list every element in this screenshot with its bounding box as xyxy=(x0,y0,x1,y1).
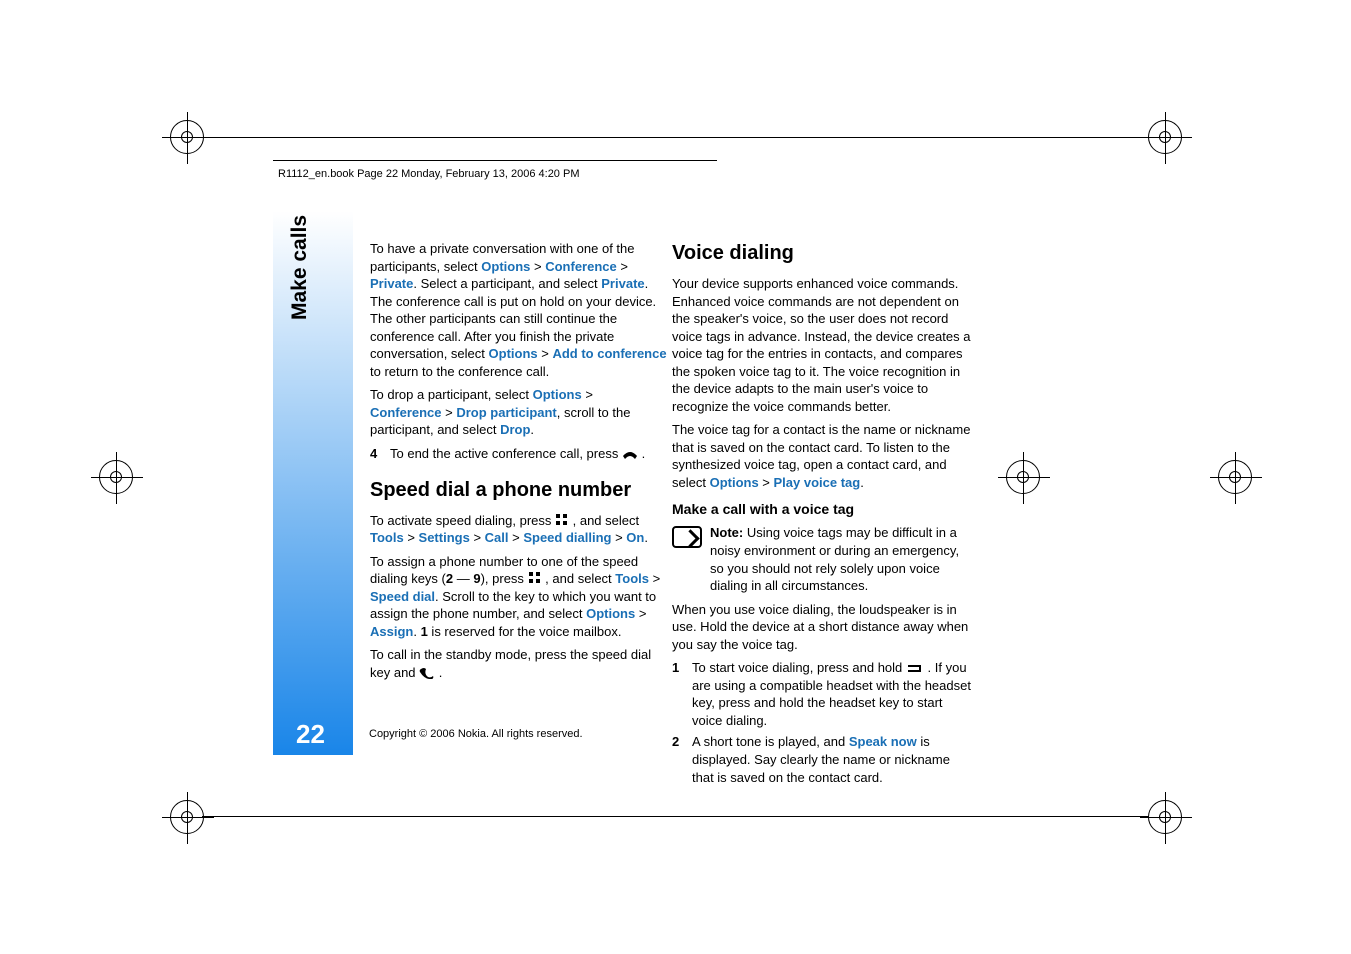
para: The voice tag for a contact is the name … xyxy=(672,421,972,491)
t: > xyxy=(442,405,457,420)
note-block: Note: Using voice tags may be difficult … xyxy=(672,524,972,594)
link-call: Call xyxy=(485,530,509,545)
list-item-4: 4 To end the active conference call, pre… xyxy=(370,445,668,463)
crop-line-top xyxy=(202,137,1149,138)
list-text: To end the active conference call, press… xyxy=(390,445,668,463)
t: > xyxy=(617,259,628,274)
para: Your device supports enhanced voice comm… xyxy=(672,275,972,415)
reg-mark-mr xyxy=(1218,460,1252,494)
t: . Select a participant, and select xyxy=(413,276,601,291)
reg-mark-tl xyxy=(170,120,204,154)
link-on: On xyxy=(626,530,644,545)
para: When you use voice dialing, the loudspea… xyxy=(672,601,972,654)
t: is reserved for the voice mailbox. xyxy=(428,624,622,639)
para: To call in the standby mode, press the s… xyxy=(370,646,668,681)
link-tools: Tools xyxy=(615,571,649,586)
link-options: Options xyxy=(586,606,635,621)
t: To activate speed dialing, press xyxy=(370,513,555,528)
t: > xyxy=(759,475,774,490)
t: > xyxy=(530,259,545,274)
t: . xyxy=(860,475,864,490)
t: To call in the standby mode, press the s… xyxy=(370,647,651,680)
list-number: 4 xyxy=(370,445,384,463)
link-private: Private xyxy=(370,276,413,291)
reg-mark-ml xyxy=(99,460,133,494)
t: > xyxy=(404,530,419,545)
sidebar-gradient xyxy=(273,211,353,755)
menu-key-icon xyxy=(528,571,542,585)
column-left: To have a private conversation with one … xyxy=(370,240,668,687)
link-speed-dial: Speed dial xyxy=(370,589,435,604)
t: > xyxy=(509,530,524,545)
call-key-icon xyxy=(419,667,435,679)
list-number: 1 xyxy=(672,659,686,729)
para: To drop a participant, select Options > … xyxy=(370,386,668,439)
t: , and select xyxy=(545,571,615,586)
t: to return to the conference call. xyxy=(370,364,549,379)
list-text: A short tone is played, and Speak now is… xyxy=(692,733,972,786)
t: > xyxy=(538,346,553,361)
para: To assign a phone number to one of the s… xyxy=(370,553,668,641)
t: > xyxy=(649,571,660,586)
link-settings: Settings xyxy=(419,530,470,545)
link-drop: Drop xyxy=(500,422,530,437)
softkey-icon xyxy=(906,664,924,674)
t: ), press xyxy=(481,571,528,586)
link-conference: Conference xyxy=(370,405,442,420)
key-1-icon: 1 xyxy=(421,624,428,639)
link-add-conference: Add to conference xyxy=(552,346,666,361)
t: , and select xyxy=(573,513,640,528)
list-number: 2 xyxy=(672,733,686,786)
link-private: Private xyxy=(601,276,644,291)
list-text: To start voice dialing, press and hold .… xyxy=(692,659,972,729)
t: Using voice tags may be difficult in a n… xyxy=(710,525,959,593)
link-play-voice-tag: Play voice tag xyxy=(774,475,861,490)
link-options: Options xyxy=(489,346,538,361)
list-item-2: 2 A short tone is played, and Speak now … xyxy=(672,733,972,786)
t: To drop a participant, select xyxy=(370,387,533,402)
t: — xyxy=(453,571,473,586)
t: > xyxy=(470,530,485,545)
link-drop-participant: Drop participant xyxy=(456,405,556,420)
link-options: Options xyxy=(533,387,582,402)
link-tools: Tools xyxy=(370,530,404,545)
key-9-icon: 9 xyxy=(473,571,480,586)
t: > xyxy=(635,606,646,621)
header-underline xyxy=(273,160,717,161)
para: To have a private conversation with one … xyxy=(370,240,668,380)
link-assign: Assign xyxy=(370,624,413,639)
section-tab: Make calls xyxy=(288,215,312,320)
menu-key-icon xyxy=(555,513,569,527)
copyright-text: Copyright © 2006 Nokia. All rights reser… xyxy=(369,728,583,740)
page-number: 22 xyxy=(296,719,325,750)
para: To activate speed dialing, press , and s… xyxy=(370,512,668,547)
crop-line-bottom xyxy=(202,816,1149,817)
t: . xyxy=(530,422,534,437)
link-options: Options xyxy=(481,259,530,274)
heading-speed-dial: Speed dial a phone number xyxy=(370,477,668,504)
t: . xyxy=(439,665,443,680)
link-speak-now: Speak now xyxy=(849,734,917,749)
link-options: Options xyxy=(710,475,759,490)
t: > xyxy=(611,530,626,545)
end-key-icon xyxy=(622,450,638,460)
link-conference: Conference xyxy=(545,259,617,274)
list-item-1: 1 To start voice dialing, press and hold… xyxy=(672,659,972,729)
document-page: R1112_en.book Page 22 Monday, February 1… xyxy=(0,0,1351,954)
reg-mark-mc xyxy=(1006,460,1040,494)
t: . xyxy=(413,624,420,639)
heading-voice-dialing: Voice dialing xyxy=(672,240,972,267)
note-text: Note: Using voice tags may be difficult … xyxy=(710,524,972,594)
page-header: R1112_en.book Page 22 Monday, February 1… xyxy=(278,168,579,180)
reg-mark-tr xyxy=(1148,120,1182,154)
note-label: Note: xyxy=(710,525,743,540)
reg-mark-br xyxy=(1148,800,1182,834)
t: . xyxy=(644,530,648,545)
t: > xyxy=(582,387,593,402)
note-icon xyxy=(672,526,702,548)
link-speed-dialling: Speed dialling xyxy=(523,530,611,545)
heading-make-call-voice-tag: Make a call with a voice tag xyxy=(672,500,972,519)
column-right: Voice dialing Your device supports enhan… xyxy=(672,240,972,790)
reg-mark-bl xyxy=(170,800,204,834)
